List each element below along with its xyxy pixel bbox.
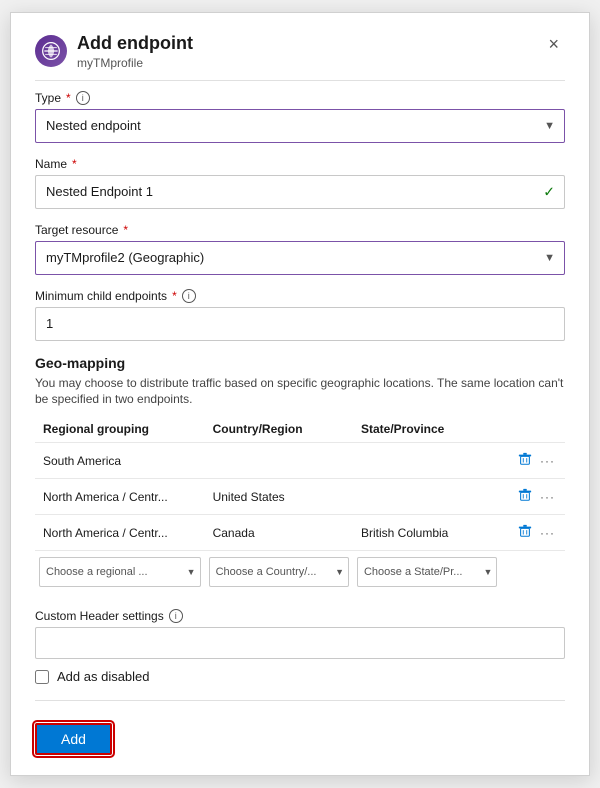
state-dropdown-wrapper: Choose a State/Pr... ▼ xyxy=(357,557,497,587)
target-label: Target resource * xyxy=(35,223,565,237)
footer-divider xyxy=(35,700,565,701)
name-field-group: Name * ✓ xyxy=(35,157,565,209)
type-required-star: * xyxy=(66,91,71,105)
regional-dropdown[interactable]: Choose a regional ... xyxy=(39,557,201,587)
min-child-info-icon[interactable]: i xyxy=(182,289,196,303)
table-row: North America / Centr... Canada British … xyxy=(35,515,565,551)
regional-dropdown-cell: Choose a regional ... ▼ xyxy=(35,551,205,594)
custom-header-info-icon[interactable]: i xyxy=(169,609,183,623)
title-text-group: Add endpoint myTMprofile xyxy=(77,33,193,70)
row3-actions: ··· xyxy=(501,515,565,551)
row3-regional: North America / Centr... xyxy=(35,515,205,551)
dialog-subtitle: myTMprofile xyxy=(77,56,193,70)
row2-country: United States xyxy=(205,479,353,515)
table-row: South America ··· xyxy=(35,443,565,479)
dialog-title: Add endpoint xyxy=(77,33,193,55)
traffic-manager-icon xyxy=(35,35,67,67)
geo-dropdown-row: Choose a regional ... ▼ Choose a Country… xyxy=(35,551,565,594)
country-dropdown[interactable]: Choose a Country/... xyxy=(209,557,349,587)
name-label: Name * xyxy=(35,157,565,171)
country-dropdown-wrapper: Choose a Country/... ▼ xyxy=(209,557,349,587)
col-header-country: Country/Region xyxy=(205,418,353,443)
row2-delete-button[interactable] xyxy=(516,486,534,507)
row3-state: British Columbia xyxy=(353,515,501,551)
row3-country: Canada xyxy=(205,515,353,551)
row2-action-icons: ··· xyxy=(509,486,557,507)
row1-state xyxy=(353,443,501,479)
min-child-required-star: * xyxy=(172,289,177,303)
geo-mapping-title: Geo-mapping xyxy=(35,355,565,371)
custom-header-input[interactable] xyxy=(35,627,565,659)
row1-actions: ··· xyxy=(501,443,565,479)
min-child-field-group: Minimum child endpoints * i xyxy=(35,289,565,341)
row3-more-button[interactable]: ··· xyxy=(538,524,557,542)
add-endpoint-dialog: Add endpoint myTMprofile × Type * i Nest… xyxy=(10,12,590,776)
row1-regional: South America xyxy=(35,443,205,479)
col-header-regional: Regional grouping xyxy=(35,418,205,443)
table-row: North America / Centr... United States ·… xyxy=(35,479,565,515)
name-required-star: * xyxy=(72,157,77,171)
row2-more-button[interactable]: ··· xyxy=(538,488,557,506)
close-button[interactable]: × xyxy=(542,33,565,55)
name-input-wrapper: ✓ xyxy=(35,175,565,209)
target-required-star: * xyxy=(123,223,128,237)
row1-delete-button[interactable] xyxy=(516,450,534,471)
type-label: Type * i xyxy=(35,91,565,105)
geo-mapping-section: Geo-mapping You may choose to distribute… xyxy=(35,355,565,594)
add-as-disabled-label: Add as disabled xyxy=(57,669,150,684)
state-dropdown-cell: Choose a State/Pr... ▼ xyxy=(353,551,501,594)
target-select-wrapper: myTMprofile2 (Geographic) ▼ xyxy=(35,241,565,275)
type-field-group: Type * i Nested endpoint ▼ xyxy=(35,91,565,143)
name-input[interactable] xyxy=(35,175,565,209)
row2-state xyxy=(353,479,501,515)
type-select[interactable]: Nested endpoint xyxy=(35,109,565,143)
add-as-disabled-row: Add as disabled xyxy=(35,669,565,684)
row3-delete-button[interactable] xyxy=(516,522,534,543)
state-dropdown[interactable]: Choose a State/Pr... xyxy=(357,557,497,587)
add-button[interactable]: Add xyxy=(35,723,112,755)
type-info-icon[interactable]: i xyxy=(76,91,90,105)
custom-header-section: Custom Header settings i xyxy=(35,609,565,659)
geo-mapping-description: You may choose to distribute traffic bas… xyxy=(35,375,565,409)
add-as-disabled-checkbox[interactable] xyxy=(35,670,49,684)
country-dropdown-cell: Choose a Country/... ▼ xyxy=(205,551,353,594)
col-header-state: State/Province xyxy=(353,418,501,443)
dropdown-row-actions xyxy=(501,551,565,594)
dialog-footer: Add xyxy=(35,711,565,755)
geo-table-header-row: Regional grouping Country/Region State/P… xyxy=(35,418,565,443)
row3-action-icons: ··· xyxy=(509,522,557,543)
dialog-header: Add endpoint myTMprofile × xyxy=(35,33,565,70)
min-child-label: Minimum child endpoints * i xyxy=(35,289,565,303)
row2-regional: North America / Centr... xyxy=(35,479,205,515)
title-area: Add endpoint myTMprofile xyxy=(35,33,193,70)
regional-dropdown-wrapper: Choose a regional ... ▼ xyxy=(39,557,201,587)
col-header-actions xyxy=(501,418,565,443)
row1-country xyxy=(205,443,353,479)
row2-actions: ··· xyxy=(501,479,565,515)
name-check-icon: ✓ xyxy=(543,183,555,200)
min-child-input[interactable] xyxy=(35,307,565,341)
target-field-group: Target resource * myTMprofile2 (Geograph… xyxy=(35,223,565,275)
custom-header-label: Custom Header settings i xyxy=(35,609,565,623)
geo-mapping-table: Regional grouping Country/Region State/P… xyxy=(35,418,565,593)
type-select-wrapper: Nested endpoint ▼ xyxy=(35,109,565,143)
target-select[interactable]: myTMprofile2 (Geographic) xyxy=(35,241,565,275)
row1-action-icons: ··· xyxy=(509,450,557,471)
header-divider xyxy=(35,80,565,81)
row1-more-button[interactable]: ··· xyxy=(538,452,557,470)
